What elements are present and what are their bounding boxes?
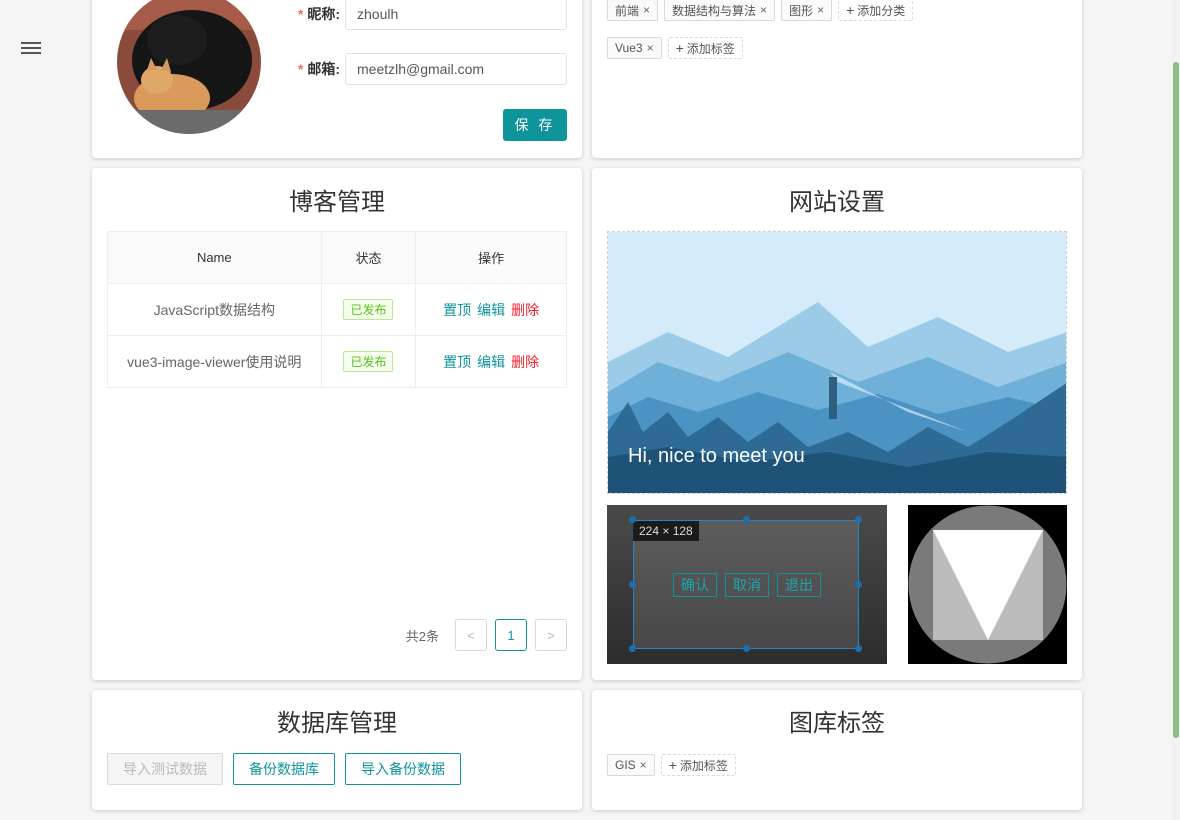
status-badge: 已发布: [343, 299, 394, 320]
pagination-total: 共2条: [405, 628, 439, 644]
delete-link[interactable]: 删除: [511, 302, 539, 318]
banner-image[interactable]: Hi, nice to meet you: [607, 231, 1067, 494]
edit-link[interactable]: 编辑: [477, 302, 505, 318]
table-row: JavaScript数据结构 已发布 置顶 编辑 删除: [107, 283, 567, 336]
gallery-tags-card: 图库标签 GIS × + 添加标签: [592, 690, 1082, 810]
status-cell: 已发布: [320, 283, 417, 336]
crop-handle[interactable]: [743, 516, 750, 523]
close-icon[interactable]: ×: [647, 41, 654, 55]
crop-handle[interactable]: [629, 645, 636, 652]
add-category-button[interactable]: + 添加分类: [838, 0, 914, 21]
card-title: 网站设置: [789, 189, 885, 216]
card-title: 数据库管理: [277, 710, 397, 737]
add-gallery-tag-button[interactable]: + 添加标签: [660, 754, 736, 776]
backup-database-button[interactable]: 备份数据库: [233, 753, 335, 785]
crop-handle[interactable]: [629, 516, 636, 523]
email-label: * 邮箱:: [297, 61, 340, 77]
site-settings-card: 网站设置 Hi, nice to meet you 224 × 128 确认 取…: [592, 168, 1082, 680]
crop-handle[interactable]: [855, 645, 862, 652]
gallery-tag[interactable]: GIS ×: [607, 754, 655, 776]
next-page-button[interactable]: >: [535, 619, 567, 651]
avatar[interactable]: [117, 0, 261, 134]
crop-handle[interactable]: [855, 516, 862, 523]
pin-link[interactable]: 置顶: [443, 354, 471, 370]
crop-size-label: 224 × 128: [633, 521, 699, 541]
crop-preview: [908, 505, 1067, 664]
column-header: 操作: [415, 231, 567, 284]
plus-icon: +: [675, 40, 684, 56]
nickname-label: * 昵称:: [297, 6, 340, 22]
email-input[interactable]: [345, 53, 567, 85]
post-name: vue3-image-viewer使用说明: [107, 335, 322, 388]
nickname-input[interactable]: [345, 0, 567, 30]
column-header: 状态: [320, 231, 417, 284]
plus-icon: +: [668, 757, 677, 773]
card-title: 图库标签: [789, 710, 885, 737]
image-cropper[interactable]: 224 × 128 确认 取消 退出: [607, 505, 887, 664]
crop-exit-button[interactable]: 退出: [777, 573, 821, 597]
card-title: 博客管理: [289, 189, 385, 216]
table-row: vue3-image-viewer使用说明 已发布 置顶 编辑 删除: [107, 335, 567, 388]
menu-toggle-icon[interactable]: [21, 40, 41, 56]
close-icon[interactable]: ×: [760, 3, 767, 17]
save-button[interactable]: 保 存: [503, 109, 567, 141]
actions-cell: 置顶 编辑 删除: [415, 283, 567, 336]
category-tag[interactable]: 数据结构与算法 ×: [664, 0, 776, 21]
scrollbar-thumb[interactable]: [1173, 62, 1179, 738]
banner-text: Hi, nice to meet you: [628, 445, 805, 467]
column-header: Name: [107, 231, 322, 284]
page-number-button[interactable]: 1: [495, 619, 527, 651]
database-management-card: 数据库管理 导入测试数据 备份数据库 导入备份数据: [92, 690, 582, 810]
crop-handle[interactable]: [743, 645, 750, 652]
import-backup-button[interactable]: 导入备份数据: [345, 753, 461, 785]
tag-list: Vue3 × + 添加标签: [607, 37, 749, 59]
plus-icon: +: [846, 2, 855, 18]
close-icon[interactable]: ×: [640, 758, 647, 772]
category-list: 前端 × 数据结构与算法 × 图形 × + 添加分类: [607, 0, 919, 21]
actions-cell: 置顶 编辑 删除: [415, 335, 567, 388]
close-icon[interactable]: ×: [817, 3, 824, 17]
profile-card: *昵称: *邮箱: 保 存: [92, 0, 582, 158]
scrollbar-track[interactable]: [1172, 0, 1180, 820]
prev-page-button[interactable]: <: [455, 619, 487, 651]
crop-handle[interactable]: [855, 581, 862, 588]
post-name: JavaScript数据结构: [107, 283, 322, 336]
add-tag-button[interactable]: + 添加标签: [667, 37, 743, 59]
delete-link[interactable]: 删除: [511, 354, 539, 370]
crop-cancel-button[interactable]: 取消: [725, 573, 769, 597]
category-tag[interactable]: 前端 ×: [607, 0, 659, 21]
blog-table: Name 状态 操作 JavaScript数据结构 已发布 置顶 编辑 删除 vue…: [107, 231, 567, 388]
crop-confirm-button[interactable]: 确认: [673, 573, 717, 597]
status-cell: 已发布: [320, 335, 417, 388]
pin-link[interactable]: 置顶: [443, 302, 471, 318]
edit-link[interactable]: 编辑: [477, 354, 505, 370]
status-badge: 已发布: [343, 351, 394, 372]
import-test-data-button[interactable]: 导入测试数据: [107, 753, 223, 785]
blog-tag[interactable]: Vue3 ×: [607, 37, 662, 59]
blog-management-card: 博客管理 Name 状态 操作 JavaScript数据结构 已发布 置顶 编辑删…: [92, 168, 582, 680]
category-tag[interactable]: 图形 ×: [781, 0, 833, 21]
close-icon[interactable]: ×: [643, 3, 650, 17]
categories-tags-card: 前端 × 数据结构与算法 × 图形 × + 添加分类 Vue3 × + 添加标签: [592, 0, 1082, 158]
crop-handle[interactable]: [629, 581, 636, 588]
pagination: 共2条 < 1 >: [406, 619, 567, 651]
gallery-tag-list: GIS × + 添加标签: [607, 754, 742, 776]
